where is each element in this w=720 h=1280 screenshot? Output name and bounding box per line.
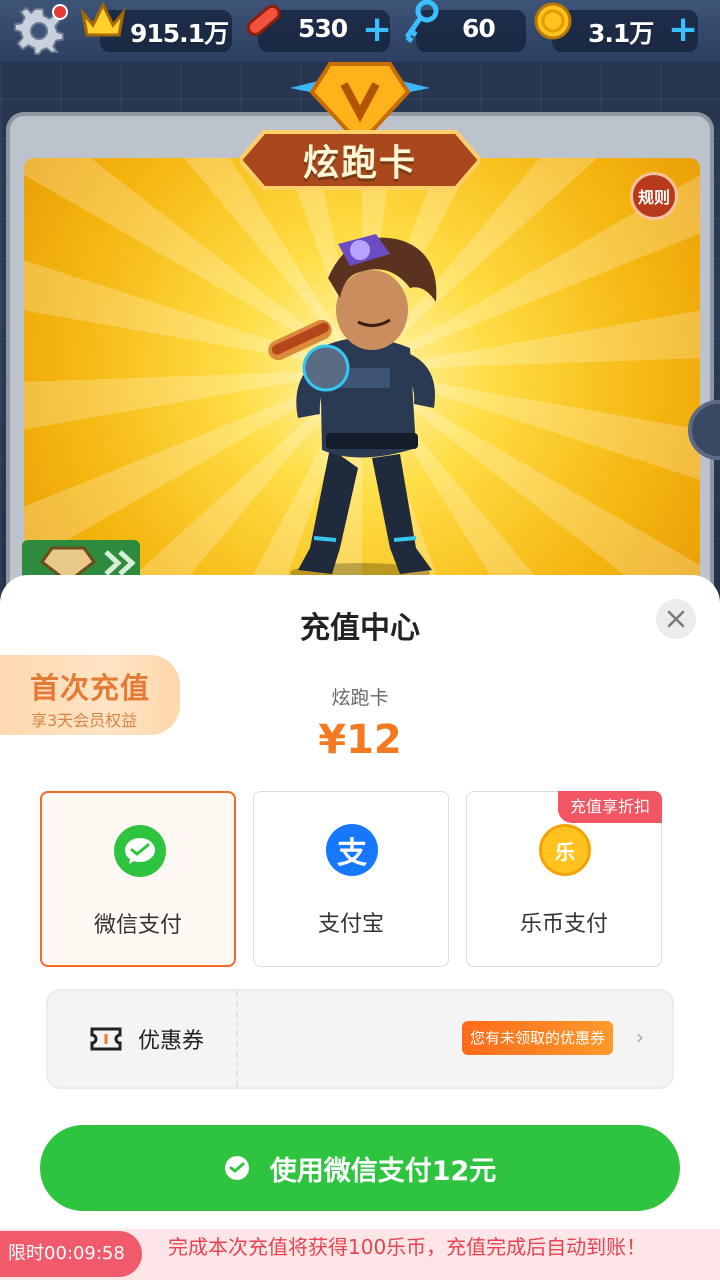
pay-option-lecoin[interactable]: 充值享折扣 乐 乐币支付 <box>466 791 662 967</box>
dim-overlay <box>0 0 720 620</box>
wechat-icon <box>114 825 166 877</box>
pay-option-wechat[interactable]: 微信支付 <box>40 791 236 967</box>
product-name: 炫跑卡 <box>331 687 389 709</box>
close-icon <box>667 610 685 628</box>
ticket-icon <box>90 1027 122 1051</box>
sheet-title: 充值中心 <box>300 611 420 646</box>
pay-option-alipay[interactable]: 支 支付宝 <box>253 791 449 967</box>
promo-strip: 限时00:09:58 完成本次充值将获得100乐币，充值完成后自动到账！ <box>0 1229 720 1280</box>
chevron-right-icon: › <box>636 1025 644 1049</box>
pay-option-alipay-label: 支付宝 <box>317 912 384 937</box>
countdown-timer: 限时00:09:58 <box>0 1231 142 1277</box>
promo-text: 完成本次充值将获得100乐币，充值完成后自动到账！ <box>168 1235 647 1259</box>
product-price: ¥12 <box>318 717 402 763</box>
close-button[interactable] <box>656 599 696 639</box>
wechat-icon <box>224 1156 249 1180</box>
pay-button[interactable]: 使用微信支付12元 <box>40 1125 680 1211</box>
alipay-icon: 支 <box>326 824 378 876</box>
coupon-left-section: 优惠券 <box>48 991 238 1087</box>
coupon-row[interactable]: 优惠券 您有未领取的优惠券 › <box>46 989 674 1089</box>
discount-tag: 充值享折扣 <box>557 791 662 823</box>
pay-option-wechat-label: 微信支付 <box>93 913 182 938</box>
lecoin-icon: 乐 <box>539 824 591 876</box>
coupon-badge: 您有未领取的优惠券 <box>462 1021 614 1055</box>
pay-button-label: 使用微信支付12元 <box>269 1155 497 1187</box>
recharge-sheet: 充值中心 首次充值 享3天会员权益 炫跑卡 ¥12 微信支付 支 支付宝 充值享… <box>0 575 720 1280</box>
pay-option-lecoin-label: 乐币支付 <box>519 912 608 937</box>
coupon-label: 优惠券 <box>138 1029 205 1054</box>
